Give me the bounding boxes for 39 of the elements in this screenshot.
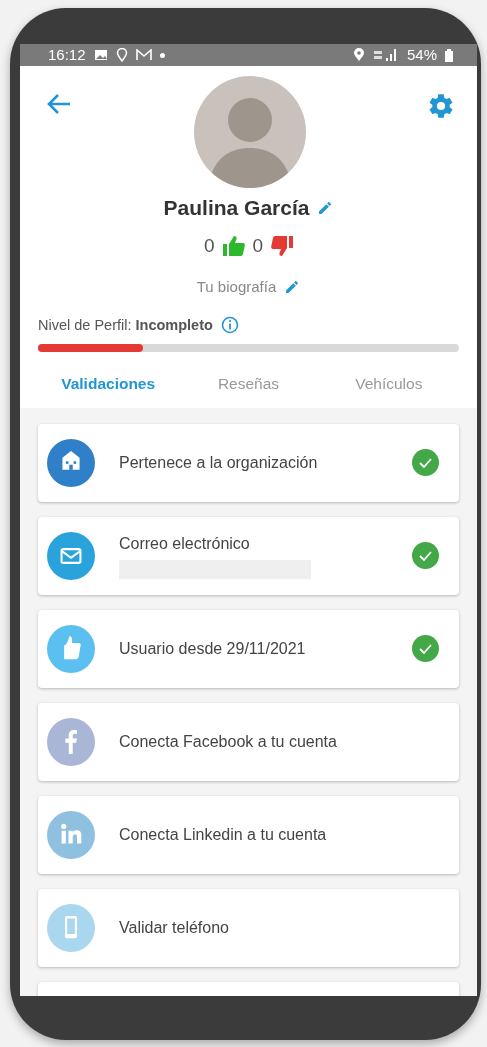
- status-time: 16:12: [48, 44, 86, 65]
- email-icon: [47, 531, 95, 580]
- validation-title: Correo electrónico: [119, 534, 251, 554]
- member-icon: [47, 624, 95, 673]
- location-pin-icon: [115, 48, 128, 62]
- validation-title: Conecta Facebook a tu cuenta: [119, 731, 338, 752]
- info-icon[interactable]: [220, 316, 239, 335]
- pencil-icon[interactable]: [284, 279, 301, 296]
- settings-icon[interactable]: [427, 92, 455, 120]
- battery-icon: [445, 48, 453, 62]
- validation-card[interactable]: Usuario desde 29/11/2021: [38, 609, 459, 688]
- linkedin-icon: [47, 810, 95, 859]
- back-arrow-icon[interactable]: [46, 92, 72, 116]
- mail-icon: [135, 49, 152, 61]
- thumbs-up-icon: [222, 235, 245, 256]
- validation-title: Validar teléfono: [119, 917, 230, 938]
- facebook-icon: [47, 717, 95, 766]
- validation-title: Conecta Linkedin a tu cuenta: [119, 824, 328, 845]
- likes-count: 0: [203, 233, 215, 258]
- image-icon: [93, 49, 108, 61]
- validation-title: Usuario desde 29/11/2021: [119, 638, 307, 659]
- validation-card[interactable]: Validar teléfono: [38, 888, 459, 967]
- validation-title: Pertenece a la organización: [119, 452, 319, 473]
- phone-icon: [47, 903, 95, 952]
- signal-icon: [372, 48, 399, 62]
- location-pin-icon: [352, 48, 365, 62]
- organization-icon: [47, 438, 95, 487]
- dot-icon: [159, 52, 165, 58]
- validation-card[interactable]: Conecta Linkedin a tu cuenta: [38, 795, 459, 874]
- pencil-icon[interactable]: [317, 199, 334, 216]
- dislikes-count: 0: [252, 233, 264, 258]
- profile-name: Paulina García: [163, 195, 310, 221]
- profile-level-text: Nivel de Perfil: Incompleto: [38, 315, 213, 335]
- validation-card[interactable]: Pertenece a la organización: [38, 423, 459, 502]
- thumbs-down-icon: [271, 235, 294, 256]
- battery-level: 54%: [406, 44, 437, 65]
- validation-card[interactable]: Correo electrónico: [38, 516, 459, 595]
- biography-placeholder[interactable]: Tu biografía: [196, 276, 277, 299]
- validation-card[interactable]: Conecta Facebook a tu cuenta: [38, 702, 459, 781]
